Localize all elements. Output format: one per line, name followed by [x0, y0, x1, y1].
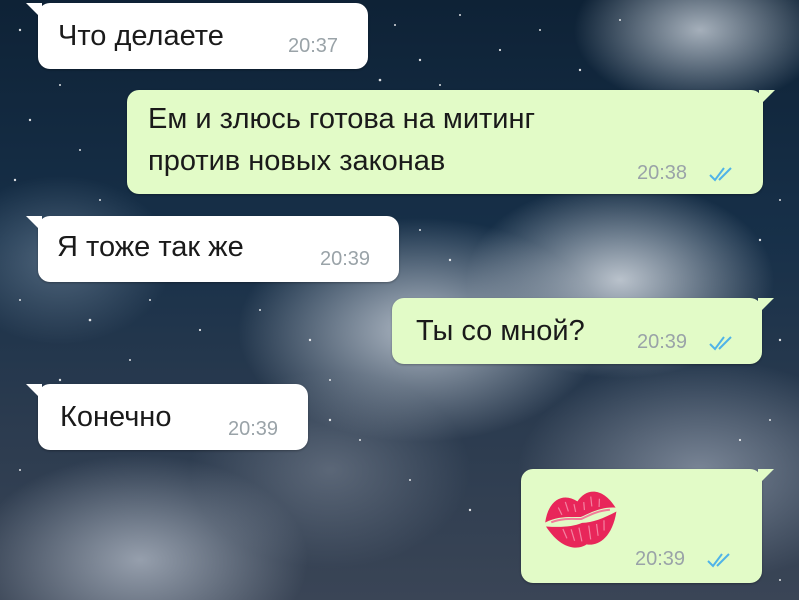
message-text-line-2: против новых законав [148, 145, 446, 177]
bubble-tail [26, 216, 42, 232]
bubble-tail [758, 469, 774, 485]
message-bubble-incoming[interactable]: Я тоже так же 20:39 [26, 216, 399, 282]
message-bubble-incoming[interactable]: Что делаете 20:37 [26, 3, 368, 69]
message-time: 20:39 [228, 418, 279, 440]
message-time: 20:39 [635, 548, 686, 570]
message-bubble-outgoing[interactable]: Ты со мной? 20:39 [392, 298, 774, 364]
message-bubble-outgoing[interactable]: Ем и злюсь готова на митинг против новых… [127, 90, 775, 194]
message-time: 20:39 [320, 248, 371, 270]
message-text: Что делаете [58, 20, 224, 52]
bubble-tail [759, 90, 775, 106]
message-text: Ты со мной? [416, 315, 585, 347]
lips-kiss-icon [545, 491, 617, 548]
message-text: Конечно [60, 401, 172, 433]
message-text-line-1: Ем и злюсь готова на митинг [148, 103, 536, 135]
message-bubble-outgoing[interactable]: 20:39 [521, 469, 774, 583]
message-time: 20:39 [637, 331, 688, 353]
message-time: 20:37 [288, 35, 339, 57]
bubble-tail [758, 298, 774, 314]
bubble-tail [26, 3, 42, 19]
bubble-tail [26, 384, 42, 400]
message-time: 20:38 [637, 162, 688, 184]
read-ticks-icon [709, 336, 732, 351]
read-ticks-icon [707, 553, 730, 568]
message-bubble-incoming[interactable]: Конечно 20:39 [26, 384, 308, 450]
read-ticks-icon [709, 167, 732, 182]
message-text: Я тоже так же [57, 231, 244, 263]
